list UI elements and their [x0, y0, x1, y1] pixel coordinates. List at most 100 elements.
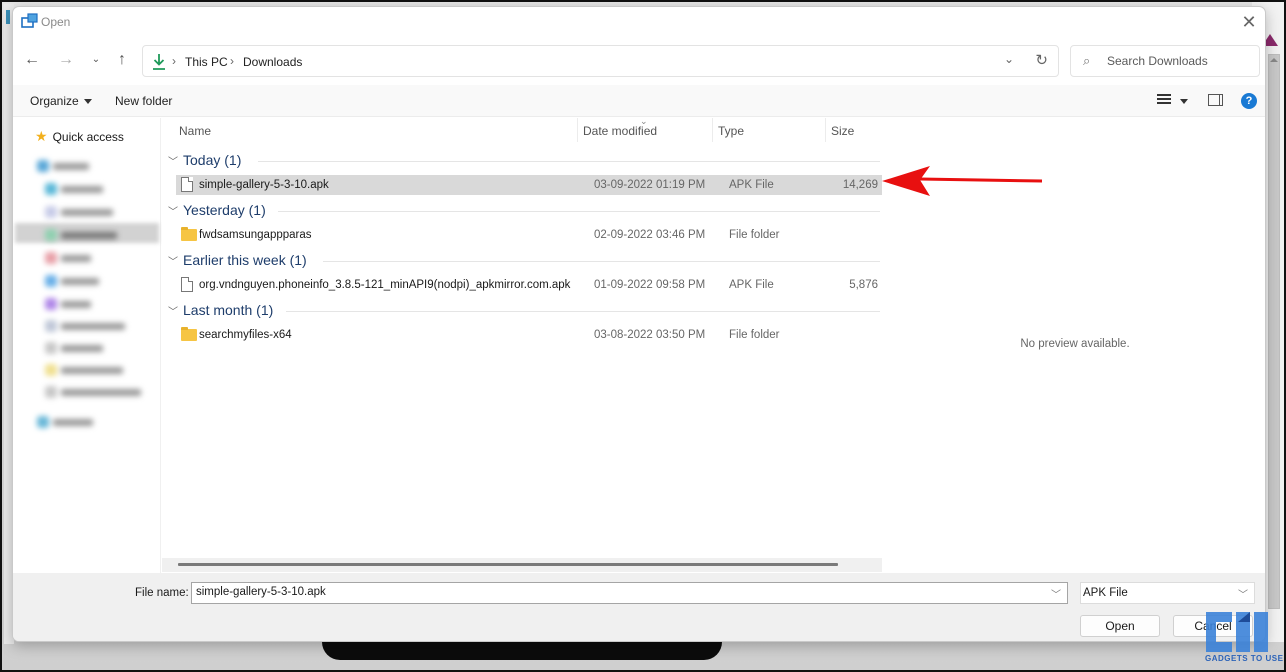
dialog-title: Open — [41, 15, 71, 29]
folder-icon — [181, 327, 197, 341]
annotation-arrow-icon — [882, 166, 1043, 196]
recent-locations-button[interactable]: ⌄ — [85, 49, 107, 71]
file-name: org.vndnguyen.phoneinfo_3.8.5-121_minAPI… — [199, 279, 571, 291]
sidebar-item-blurred[interactable] — [45, 227, 125, 243]
group-header-today[interactable]: ﹀ Today (1) — [168, 151, 880, 171]
forward-button[interactable]: → — [55, 49, 77, 71]
view-list-icon[interactable] — [1157, 94, 1171, 106]
up-button[interactable]: ↑ — [111, 49, 133, 71]
navigation-pane: ★ Quick access — [13, 118, 161, 573]
navigation-bar: ← → ⌄ ↑ › This PC › Downloads ⌄ ↻ ⌕ — [13, 43, 1265, 79]
group-header-yesterday[interactable]: ﹀ Yesterday (1) — [168, 201, 880, 221]
arrow-left-icon: ← — [24, 51, 40, 68]
chevron-down-icon: ﹀ — [168, 307, 178, 318]
file-name-combobox[interactable]: ﹀ — [191, 582, 1068, 604]
folder-row[interactable]: fwdsamsungappparas 02-09-2022 03:46 PM F… — [176, 225, 882, 245]
background-scrollbar[interactable] — [1268, 54, 1280, 609]
command-bar: Organize New folder ? — [13, 85, 1265, 117]
folder-icon — [181, 227, 197, 241]
sidebar-item-blurred[interactable] — [45, 181, 115, 197]
column-header-size[interactable]: Size — [831, 124, 854, 138]
sidebar-item-blurred[interactable] — [45, 250, 105, 266]
group-divider — [323, 261, 880, 262]
column-divider[interactable] — [577, 118, 578, 142]
search-box[interactable]: ⌕ — [1070, 45, 1260, 77]
folder-row[interactable]: searchmyfiles-x64 03-08-2022 03:50 PM Fi… — [176, 325, 882, 345]
quick-access-label: Quick access — [52, 130, 124, 144]
search-icon: ⌕ — [1083, 53, 1091, 68]
sidebar-item-blurred[interactable] — [45, 273, 115, 289]
file-type: APK File — [729, 279, 774, 291]
screen: Open ✕ ← → ⌄ ↑ › This PC › Downloads ⌄ ↻ — [0, 0, 1286, 672]
column-header-name[interactable]: Name — [179, 124, 211, 138]
chevron-down-icon[interactable]: ﹀ — [1051, 586, 1061, 601]
view-options-caret-icon[interactable] — [1180, 99, 1188, 104]
sidebar-item-blurred[interactable] — [37, 414, 107, 430]
search-input[interactable] — [1107, 54, 1255, 68]
group-label: Last month (1) — [183, 302, 274, 318]
background-device — [322, 642, 722, 660]
file-row[interactable]: org.vndnguyen.phoneinfo_3.8.5-121_minAPI… — [176, 275, 882, 295]
chevron-down-icon: ﹀ — [168, 257, 178, 268]
back-button[interactable]: ← — [21, 49, 43, 71]
file-size: 14,269 — [842, 179, 878, 191]
file-size: 5,876 — [849, 279, 878, 291]
arrow-right-icon: → — [58, 51, 74, 68]
scrollbar-thumb[interactable] — [178, 563, 838, 566]
open-button[interactable]: Open — [1080, 615, 1160, 637]
group-label: Today (1) — [183, 152, 242, 168]
sidebar-item-blurred[interactable] — [45, 384, 151, 400]
breadcrumb-downloads[interactable]: Downloads — [243, 55, 302, 69]
group-header-earlier-this-week[interactable]: ﹀ Earlier this week (1) — [168, 251, 880, 271]
file-name: simple-gallery-5-3-10.apk — [199, 179, 329, 191]
chevron-down-icon: ﹀ — [1238, 590, 1248, 601]
sidebar-item-blurred[interactable] — [45, 296, 105, 312]
refresh-icon[interactable]: ↻ — [1035, 51, 1048, 69]
sidebar-item-quick-access[interactable]: ★ Quick access — [35, 128, 124, 145]
column-header-date-modified[interactable]: Date modified — [583, 124, 657, 138]
dialog-footer: File name: ﹀ APK File ﹀ Open Cancel — [13, 573, 1265, 641]
chevron-down-icon: ﹀ — [168, 207, 178, 218]
arrow-up-icon: ↑ — [118, 51, 126, 68]
file-type: File folder — [729, 229, 780, 241]
close-icon: ✕ — [1241, 12, 1257, 32]
horizontal-scrollbar[interactable] — [162, 558, 882, 572]
sidebar-item-blurred[interactable] — [45, 204, 125, 220]
scroll-up-icon[interactable] — [1270, 58, 1278, 62]
chevron-down-icon: ⌄ — [91, 54, 101, 65]
file-date: 02-09-2022 03:46 PM — [594, 229, 706, 241]
file-icon — [181, 277, 193, 292]
no-preview-message: No preview available. — [1020, 338, 1130, 350]
breadcrumb-this-pc[interactable]: This PC — [185, 55, 228, 69]
column-divider[interactable] — [712, 118, 713, 142]
address-bar[interactable]: › This PC › Downloads ⌄ ↻ — [142, 45, 1059, 77]
sidebar-item-blurred[interactable] — [37, 158, 97, 174]
file-name: searchmyfiles-x64 — [199, 329, 292, 341]
file-type: File folder — [729, 329, 780, 341]
title-bar: Open ✕ — [13, 7, 1265, 39]
file-date: 01-09-2022 09:58 PM — [594, 279, 706, 291]
file-name-input[interactable] — [196, 586, 1036, 598]
column-divider[interactable] — [825, 118, 826, 142]
file-icon — [181, 177, 193, 192]
organize-button[interactable]: Organize — [30, 94, 92, 108]
file-type-value: APK File — [1083, 587, 1128, 599]
close-button[interactable]: ✕ — [1235, 11, 1263, 35]
group-divider — [286, 311, 880, 312]
group-header-last-month[interactable]: ﹀ Last month (1) — [168, 301, 880, 321]
file-type: APK File — [729, 179, 774, 191]
column-header-type[interactable]: Type — [718, 124, 744, 138]
file-type-select[interactable]: APK File ﹀ — [1080, 582, 1255, 604]
new-folder-button[interactable]: New folder — [115, 94, 172, 108]
file-row[interactable]: simple-gallery-5-3-10.apk 03-09-2022 01:… — [176, 175, 882, 195]
caret-down-icon — [83, 99, 92, 105]
help-icon[interactable]: ? — [1241, 93, 1257, 109]
sidebar-item-blurred[interactable] — [45, 362, 135, 378]
file-date: 03-09-2022 01:19 PM — [594, 179, 706, 191]
preview-pane-icon[interactable] — [1208, 94, 1223, 106]
open-file-dialog: Open ✕ ← → ⌄ ↑ › This PC › Downloads ⌄ ↻ — [12, 6, 1266, 642]
file-date: 03-08-2022 03:50 PM — [594, 329, 706, 341]
address-dropdown-icon[interactable]: ⌄ — [1004, 52, 1014, 66]
sidebar-item-blurred[interactable] — [45, 318, 135, 334]
sidebar-item-blurred[interactable] — [45, 340, 115, 356]
